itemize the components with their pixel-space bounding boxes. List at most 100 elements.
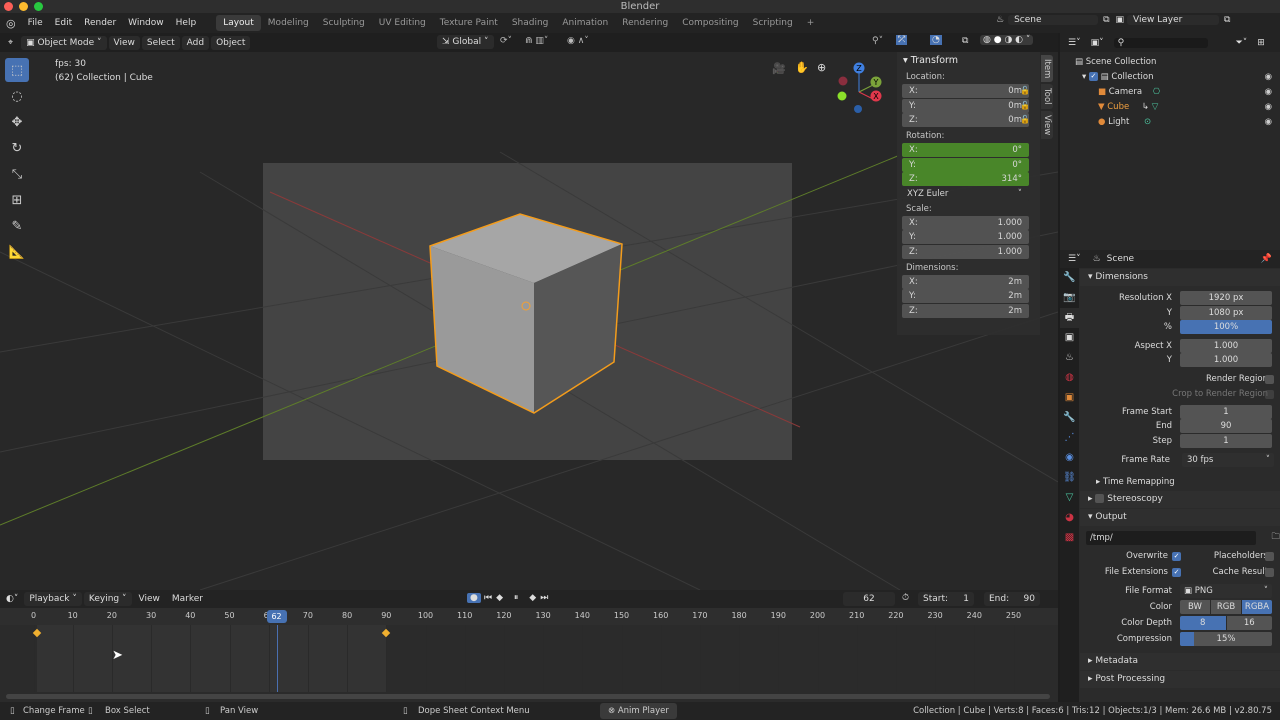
mode-selector[interactable]: ▣ Object Mode ˅	[21, 35, 107, 50]
object-tab-icon[interactable]: ▣	[1060, 388, 1079, 408]
record-button[interactable]: ●	[467, 593, 481, 603]
mesh-data-tab-icon[interactable]: ▽	[1060, 488, 1079, 508]
new-view-layer-icon[interactable]: ⧉	[1221, 15, 1233, 25]
outliner-collection[interactable]: ▾ ✓ ▤ Collection ◉	[1060, 70, 1280, 85]
tab-rendering[interactable]: Rendering	[615, 15, 675, 31]
menu-help[interactable]: Help	[170, 18, 203, 28]
location-y-field[interactable]: Y: 0m	[902, 98, 1029, 113]
eye-icon[interactable]: ◉	[1265, 100, 1272, 115]
modifier-tab-icon[interactable]: 🔧	[1060, 408, 1079, 428]
tab-tool[interactable]: Tool	[1041, 84, 1053, 109]
prev-keyframe-icon[interactable]: ◆	[496, 593, 507, 603]
display-mode-icon[interactable]: ☰˅	[1068, 38, 1081, 48]
aspect-y-field[interactable]: 1.000	[1180, 353, 1272, 367]
rotation-z-field[interactable]: Z: 314°	[902, 172, 1029, 186]
jump-start-icon[interactable]: ⏮	[484, 593, 496, 603]
camera-data-icon[interactable]: ⎔	[1153, 87, 1160, 97]
modifier-icon[interactable]: ↳	[1142, 102, 1149, 112]
tool-tab-icon[interactable]: 🔧	[1060, 268, 1079, 288]
tab-item[interactable]: Item	[1041, 55, 1053, 83]
rotate-tool-icon[interactable]: ↻	[5, 136, 29, 160]
dimensions-z-field[interactable]: Z: 2m	[902, 303, 1029, 318]
maximize-window-button[interactable]	[34, 2, 43, 11]
menu-view[interactable]: View	[108, 35, 140, 50]
stereoscopy-panel-header[interactable]: ▸ Stereoscopy	[1080, 491, 1280, 508]
minimize-window-button[interactable]	[19, 2, 28, 11]
material-tab-icon[interactable]: ◕	[1060, 508, 1079, 528]
visibility-icon[interactable]: ⚲˅	[872, 36, 883, 46]
view-layer-tab-icon[interactable]: ▣	[1060, 328, 1079, 348]
scene-selector[interactable]: Scene	[1008, 15, 1099, 25]
location-z-field[interactable]: Z: 0m	[902, 113, 1029, 127]
horizontal-scrollbar[interactable]	[6, 694, 1050, 699]
placeholders-checkbox[interactable]	[1265, 552, 1274, 561]
outliner-search-input[interactable]: ⚲	[1113, 37, 1208, 48]
menu-add[interactable]: Add	[181, 35, 210, 50]
menu-edit[interactable]: Edit	[49, 18, 78, 28]
pivot-icon[interactable]: ⟳˅	[500, 36, 512, 46]
tab-sculpting[interactable]: Sculpting	[316, 15, 372, 31]
outliner-light[interactable]: ● Light ⊙ ◉	[1060, 115, 1280, 130]
transform-header[interactable]: ▾ Transform	[897, 52, 1040, 70]
overwrite-checkbox[interactable]: ✓	[1172, 552, 1181, 561]
frame-ruler[interactable]: 0102030405060708090100110120130140150160…	[0, 608, 1058, 625]
blender-logo-icon[interactable]: ◎	[0, 17, 22, 30]
tab-shading[interactable]: Shading	[505, 15, 556, 31]
anim-player-indicator[interactable]: ⊗ Anim Player	[600, 703, 677, 719]
new-collection-icon[interactable]: ⊞	[1257, 38, 1265, 48]
rotation-x-field[interactable]: X: 0°	[902, 143, 1029, 157]
dimensions-panel-header[interactable]: ▾ Dimensions	[1080, 269, 1280, 286]
tab-scripting[interactable]: Scripting	[746, 15, 800, 31]
render-tab-icon[interactable]: 📷	[1060, 288, 1079, 308]
annotate-tool-icon[interactable]: ✎	[5, 214, 29, 238]
editor-type-icon[interactable]: ◐˅	[0, 594, 24, 604]
texture-tab-icon[interactable]: ▩	[1060, 528, 1079, 548]
playhead[interactable]: 62	[266, 610, 287, 623]
resolution-y-field[interactable]: 1080 px	[1180, 306, 1272, 320]
output-tab-icon[interactable]: 🖶	[1060, 308, 1079, 328]
gizmo-toggle-icon[interactable]: ⤱	[896, 35, 908, 45]
transform-tool-icon[interactable]: ⊞	[5, 188, 29, 212]
physics-tab-icon[interactable]: ◉	[1060, 448, 1079, 468]
stopwatch-icon[interactable]: ⏱	[902, 593, 909, 603]
tab-view[interactable]: View	[1041, 110, 1053, 140]
dimensions-x-field[interactable]: X: 2m	[902, 274, 1029, 289]
dope-sheet-area[interactable]	[0, 625, 1058, 692]
shading-modes[interactable]: ◍ ● ◑ ◐ ˅	[980, 35, 1034, 45]
render-region-checkbox[interactable]	[1265, 375, 1274, 384]
xray-icon[interactable]: ⧉	[962, 36, 968, 46]
mesh-data-icon[interactable]: ▽	[1152, 102, 1159, 112]
color-rgba-button[interactable]: RGBA	[1242, 600, 1272, 614]
dimensions-y-field[interactable]: Y: 2m	[902, 289, 1029, 303]
new-scene-icon[interactable]: ⧉	[1100, 15, 1112, 25]
scene-icon[interactable]: ♨	[992, 15, 1008, 25]
scale-x-field[interactable]: X: 1.000	[902, 215, 1029, 230]
tab-modeling[interactable]: Modeling	[261, 15, 316, 31]
frame-end-field[interactable]: 90	[1180, 419, 1272, 433]
editor-type-icon[interactable]: ⌖	[0, 38, 21, 48]
add-workspace-button[interactable]: +	[800, 15, 822, 31]
file-format-selector[interactable]: ▣ PNG ˅	[1180, 584, 1272, 598]
outliner-camera[interactable]: ■ Camera ⎔ ◉	[1060, 85, 1280, 100]
world-tab-icon[interactable]: ◍	[1060, 368, 1079, 388]
crop-region-checkbox[interactable]	[1265, 390, 1274, 399]
pin-icon[interactable]: 📌	[1261, 254, 1272, 264]
camera-view-icon[interactable]: 🎥	[772, 62, 786, 75]
tab-texture-paint[interactable]: Texture Paint	[433, 15, 505, 31]
metadata-panel-header[interactable]: ▸ Metadata	[1080, 653, 1280, 670]
output-panel-header[interactable]: ▾ Output	[1080, 509, 1280, 526]
depth-16-button[interactable]: 16	[1226, 616, 1272, 630]
current-frame-field[interactable]: 62	[843, 592, 895, 606]
scale-z-field[interactable]: Z: 1.000	[902, 244, 1029, 259]
filter-icon[interactable]: ⏷˅	[1236, 38, 1248, 48]
keying-menu[interactable]: Keying ˅	[83, 592, 132, 606]
location-x-field[interactable]: X: 0m	[902, 84, 1029, 98]
post-processing-panel-header[interactable]: ▸ Post Processing	[1080, 671, 1280, 688]
resolution-x-field[interactable]: 1920 px	[1180, 291, 1272, 305]
select-box-tool-icon[interactable]: ⬚	[5, 58, 29, 82]
tab-layout[interactable]: Layout	[216, 15, 261, 31]
next-keyframe-icon[interactable]: ◆	[529, 593, 540, 603]
rotation-y-field[interactable]: Y: 0°	[902, 157, 1029, 172]
scale-y-field[interactable]: Y: 1.000	[902, 230, 1029, 244]
tab-compositing[interactable]: Compositing	[675, 15, 745, 31]
